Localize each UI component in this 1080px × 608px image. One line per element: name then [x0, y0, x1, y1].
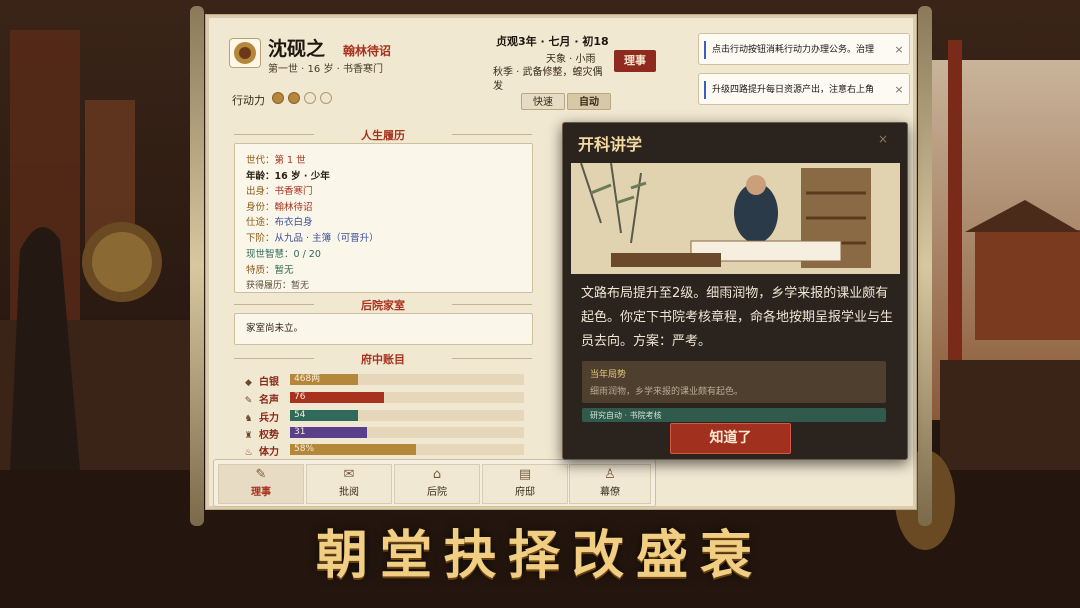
soldier-icon: ♞ — [244, 414, 253, 424]
fame-bar-fill: 76 — [290, 392, 384, 403]
life-history: 获得履历：暂无 — [246, 281, 310, 291]
tab-courtyard[interactable]: ⌂ 后院 — [394, 464, 480, 504]
situation-text: 细雨润物，乡学来报的课业颇有起色。 — [590, 387, 744, 397]
scroll-rod-left — [190, 6, 204, 526]
coin-icon: ◆ — [245, 378, 252, 388]
speed-auto-button[interactable]: 自动 — [567, 93, 611, 110]
event-body-text: 文路布局提升至2级。细雨润物，乡学来报的课业颇有起色。你定下书院考核章程，命各地… — [581, 286, 894, 349]
notice-card[interactable]: 升级四路提升每日资源产出，注意右上角 × — [698, 73, 910, 105]
character-avatar[interactable] — [229, 38, 261, 68]
bottom-tab-bar: ✎ 理事 ✉ 批阅 ⌂ 后院 ▤ 府邸 ♙ 幕僚 — [213, 459, 656, 507]
tab-office[interactable]: ▤ 府邸 — [482, 464, 568, 504]
confirm-button[interactable]: 知道了 — [670, 423, 791, 454]
life-next-rank: 下阶：从九品 · 主簿（可晋升） — [246, 233, 379, 244]
stamina-bar: 58% — [290, 444, 524, 455]
speed-fast-button[interactable]: 快速 — [521, 93, 565, 110]
notice-text: 升级四路提升每日资源产出，注意右上角 — [712, 85, 875, 95]
scholar-illustration — [571, 163, 900, 274]
fame-icon: ✎ — [244, 396, 253, 406]
accounts-section-title: 府中账目 — [234, 351, 532, 367]
courtyard-icon: ⌂ — [432, 467, 442, 482]
brush-icon: ✎ — [255, 467, 267, 482]
life-section-title: 人生履历 — [234, 127, 532, 143]
notice-text: 点击行动按钮消耗行动力办理公务。治理 — [712, 45, 875, 55]
troops-bar: 54 — [290, 410, 524, 421]
silver-bar: 468两 — [290, 374, 524, 385]
character-rank: 翰林待诏 — [343, 44, 392, 58]
close-icon[interactable]: × — [878, 132, 888, 146]
season-text: 秋季 · 武备修整，蝗灾偶发 — [493, 67, 603, 92]
action-point-empty — [320, 92, 332, 104]
office-icon: ▤ — [518, 467, 532, 482]
stat-troops: ♞ 兵力 — [244, 413, 279, 424]
household-section-title: 后院家室 — [234, 297, 532, 313]
scroll-icon: ✉ — [343, 467, 355, 482]
scroll-rod-right — [918, 6, 932, 526]
stat-fame: ✎ 名声 — [244, 395, 279, 406]
character-name: 沈砚之 — [268, 38, 326, 60]
notice-card[interactable]: 点击行动按钮消耗行动力办理公务。治理 × — [698, 33, 910, 65]
staff-icon: ♙ — [604, 467, 616, 482]
life-origin: 出身：书香寒门 — [246, 186, 313, 197]
research-card: 研究自动 · 书院考核 — [582, 408, 886, 422]
fame-bar: 76 — [290, 392, 524, 403]
calendar-date: 贞观3年 · 七月 · 初18 — [496, 35, 609, 48]
tab-staff[interactable]: ♙ 幕僚 — [569, 464, 651, 504]
action-point-empty — [304, 92, 316, 104]
action-point-filled — [288, 92, 300, 104]
silver-bar-fill: 468两 — [290, 374, 358, 385]
household-text: 家室尚未立。 — [246, 323, 304, 334]
life-identity: 身份：翰林待诏 — [246, 202, 313, 213]
life-trait: 特质：暂无 — [246, 265, 294, 276]
power-bar: 31 — [290, 427, 524, 438]
power-bar-fill: 31 — [290, 427, 368, 438]
stat-stamina: ♨ 体力 — [244, 447, 279, 458]
action-point-filled — [272, 92, 284, 104]
event-title: 开科讲学 — [578, 135, 643, 154]
situation-title: 当年局势 — [590, 370, 627, 380]
power-icon: ♜ — [244, 431, 253, 441]
life-generation: 世代：第 1 世 — [246, 155, 306, 166]
tab-review[interactable]: ✉ 批阅 — [306, 464, 392, 504]
weather-text: 天象 · 小雨 — [546, 54, 596, 65]
life-wisdom: 现世智慧：0 / 20 — [246, 249, 321, 260]
stamina-icon: ♨ — [244, 448, 253, 458]
close-icon[interactable]: × — [889, 74, 909, 104]
character-meta: 第一世 · 16 岁 · 书香寒门 — [268, 64, 383, 75]
promo-headline: 朝堂抉择改盛衰 — [315, 525, 764, 586]
stat-silver: ◆ 白银 — [243, 373, 279, 388]
action-points-label: 行动力 — [232, 94, 265, 107]
close-icon[interactable]: × — [889, 34, 909, 64]
tab-manage[interactable]: ✎ 理事 — [218, 464, 304, 504]
emblem-icon — [234, 42, 256, 64]
troops-bar-fill: 54 — [290, 410, 358, 421]
life-age: 年龄：16 岁 · 少年 — [246, 171, 330, 182]
stat-power: ♜ 权势 — [244, 430, 279, 441]
stamina-bar-fill: 58% — [290, 444, 417, 455]
situation-card: 当年局势 细雨润物，乡学来报的课业颇有起色。 — [582, 361, 886, 403]
life-career: 仕途：布衣白身 — [246, 217, 313, 228]
manage-button[interactable]: 理事 — [614, 50, 656, 72]
